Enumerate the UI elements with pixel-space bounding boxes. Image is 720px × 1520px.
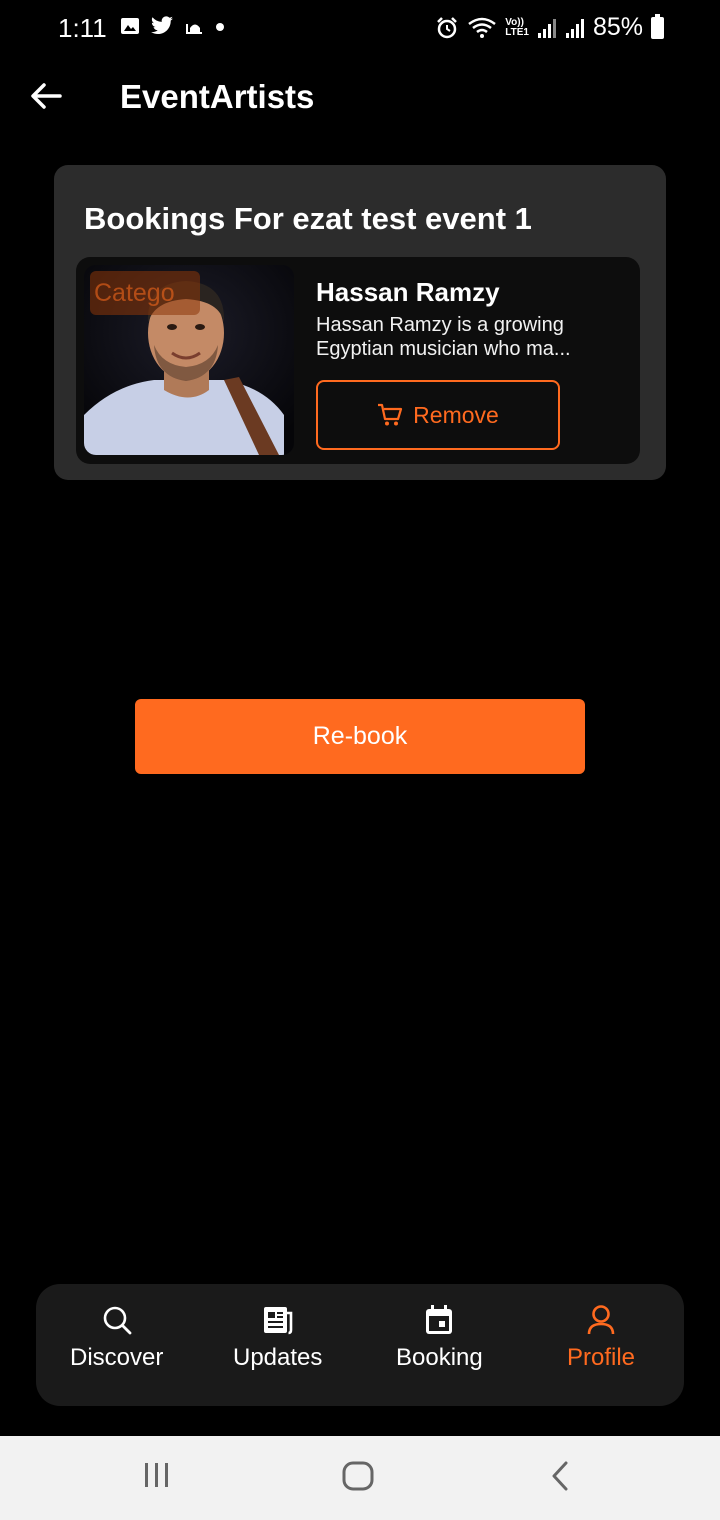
volte-icon: Vo)) LTE1	[505, 16, 529, 38]
mosque-icon	[186, 24, 202, 34]
nav-label: Discover	[70, 1344, 164, 1371]
nav-item-updates[interactable]: Updates	[233, 1304, 322, 1372]
artist-description-line: Egyptian musician who ma...	[316, 338, 571, 360]
status-right-icons: Vo)) LTE1 85%	[435, 13, 664, 42]
newspaper-icon	[263, 1307, 292, 1335]
artist-photo: Catego	[84, 265, 294, 455]
battery-icon	[651, 13, 664, 39]
search-icon	[103, 1306, 132, 1335]
system-nav-bar	[0, 1436, 720, 1520]
arrow-left-icon	[31, 83, 62, 109]
artist-description-line: Hassan Ramzy is a growing	[316, 314, 564, 336]
rebook-button[interactable]: Re-book	[135, 699, 585, 774]
nav-item-profile[interactable]: Profile	[567, 1304, 635, 1372]
calendar-icon	[426, 1305, 453, 1334]
alarm-icon	[437, 16, 458, 38]
artist-name: Hassan Ramzy	[316, 277, 500, 307]
system-back-button[interactable]	[545, 1460, 575, 1492]
gallery-icon	[121, 18, 139, 34]
status-left-icons	[120, 16, 226, 36]
cart-icon	[378, 403, 403, 426]
remove-label: Remove	[413, 401, 499, 428]
signal-icon	[565, 18, 584, 38]
bookings-title: Bookings For ezat test event 1	[84, 201, 532, 236]
person-icon	[587, 1305, 615, 1335]
app-header: EventArtists	[0, 58, 720, 138]
nav-label: Updates	[233, 1344, 323, 1371]
artist-description: Hassan Ramzy is a growing Egyptian music…	[316, 313, 606, 361]
wifi-icon	[468, 17, 496, 38]
category-tag: Catego	[90, 271, 200, 315]
recent-apps-icon	[145, 1463, 168, 1487]
twitter-icon	[151, 16, 173, 35]
page-title: EventArtists	[120, 78, 315, 115]
bookings-card: Bookings For ezat test event 1 Catego Ha…	[54, 165, 666, 480]
back-button[interactable]	[26, 76, 66, 116]
remove-button[interactable]: Remove	[316, 380, 560, 450]
nav-label: Profile	[567, 1344, 636, 1371]
battery-percent: 85%	[592, 13, 643, 41]
signal-icon	[537, 18, 556, 38]
nav-label: Booking	[396, 1344, 483, 1371]
bottom-nav: Discover Updates Booking Profile	[36, 1284, 684, 1406]
home-button[interactable]	[341, 1460, 375, 1492]
status-time: 1:11	[58, 13, 107, 43]
home-icon	[342, 1461, 374, 1491]
chevron-left-icon	[552, 1461, 568, 1491]
recent-apps-button[interactable]	[140, 1460, 174, 1490]
status-bar: 1:11 Vo)) LTE1 85%	[0, 0, 720, 58]
artist-booking-item[interactable]: Catego Hassan Ramzy Hassan Ramzy is a gr…	[76, 257, 640, 464]
dot-icon	[216, 23, 224, 31]
nav-item-booking[interactable]: Booking	[396, 1304, 483, 1372]
nav-item-discover[interactable]: Discover	[70, 1304, 163, 1372]
